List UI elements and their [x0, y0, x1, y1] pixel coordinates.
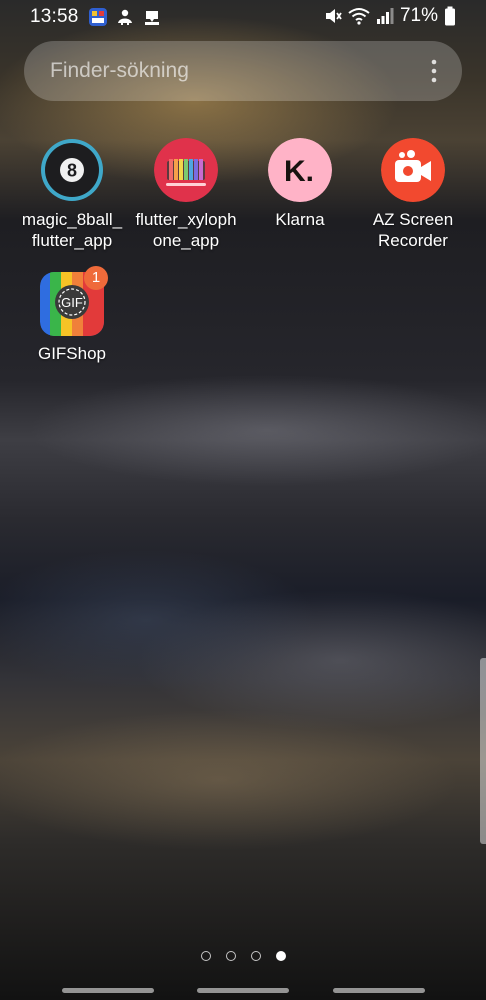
- app-label: magic_8ball_ flutter_app: [21, 210, 123, 250]
- wifi-icon: [348, 8, 370, 25]
- mute-icon: [325, 9, 342, 23]
- status-right: 71%: [324, 5, 456, 27]
- app-label: GIFShop: [37, 344, 107, 363]
- klarna-icon: K.: [268, 138, 332, 202]
- finder-search-bar[interactable]: Finder-sökning: [24, 41, 462, 101]
- app-icon-wrap: K.: [268, 138, 332, 202]
- app-icon-wrap: 8: [40, 138, 104, 202]
- klarna-icon-text: K.: [284, 155, 314, 188]
- page-dot-2[interactable]: [225, 951, 236, 961]
- app-label: flutter_xyloph one_app: [135, 210, 237, 250]
- app-icon-wrap: GIF 1: [40, 266, 108, 336]
- app-klarna[interactable]: K. Klarna: [243, 138, 357, 230]
- signal-icon: [376, 8, 394, 24]
- navigation-bar: [0, 984, 486, 1000]
- gifshop-icon-text: GIF: [61, 295, 83, 310]
- page-dot-3[interactable]: [250, 951, 261, 961]
- magic8-icon-text: 8: [67, 161, 77, 181]
- notification-badge: 1: [84, 266, 108, 290]
- nav-back-button[interactable]: [333, 988, 425, 993]
- app-label: AZ Screen Recorder: [372, 210, 454, 250]
- search-placeholder: Finder-sökning: [50, 59, 189, 82]
- magic-8ball-icon: 8: [41, 139, 103, 201]
- battery-icon: [445, 6, 455, 26]
- app-icon-wrap: [154, 138, 218, 202]
- usb-debug-icon: [118, 9, 132, 25]
- nav-recents-button[interactable]: [62, 988, 154, 993]
- edge-panel-handle[interactable]: [480, 658, 486, 844]
- battery-percent: 71%: [399, 5, 438, 26]
- more-options-icon[interactable]: [428, 58, 440, 84]
- notification-icons: [88, 7, 162, 27]
- nav-home-button[interactable]: [197, 988, 289, 993]
- status-bar: 13:58 71%: [0, 0, 486, 34]
- xylophone-icon: [154, 138, 218, 202]
- app-gifshop[interactable]: GIF 1 GIFShop: [15, 266, 129, 364]
- app-magic-8ball[interactable]: 8 magic_8ball_ flutter_app: [15, 138, 129, 251]
- screen-recorder-icon: [381, 138, 445, 202]
- page-indicator: [0, 951, 486, 961]
- download-icon: [145, 11, 159, 25]
- app-icon-wrap: [381, 138, 445, 202]
- app-az-screen-recorder[interactable]: AZ Screen Recorder: [356, 138, 470, 251]
- app-flutter-xylophone[interactable]: flutter_xyloph one_app: [129, 138, 243, 251]
- page-dot-4-active[interactable]: [275, 951, 286, 961]
- app-notification-icon: [89, 8, 107, 26]
- app-label: Klarna: [275, 210, 325, 229]
- page-dot-1[interactable]: [200, 951, 211, 961]
- status-time: 13:58: [30, 6, 79, 27]
